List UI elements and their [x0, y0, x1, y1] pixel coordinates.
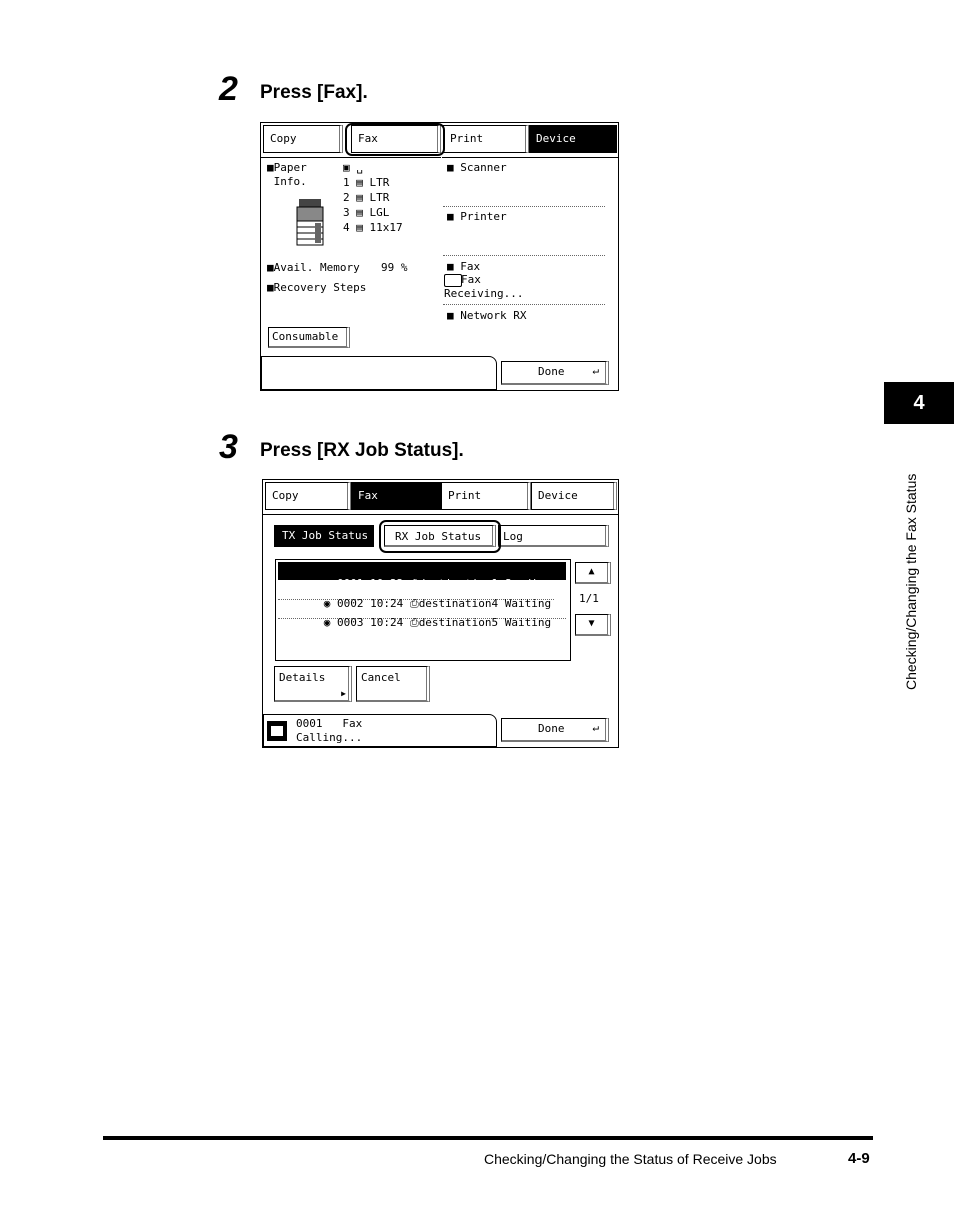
job-marker: ◉: [323, 616, 331, 629]
step-3-number: 3: [219, 428, 238, 466]
copier-icon: [295, 197, 325, 247]
job-destination: destination5: [418, 616, 499, 629]
status-message-area: [261, 356, 497, 390]
job-row[interactable]: ◉ 0003 10:24 ⎙destination5 Waiting: [278, 601, 566, 629]
consumable-button[interactable]: Consumable: [268, 327, 350, 348]
done-label: Done: [538, 722, 565, 735]
separator: [443, 255, 605, 256]
fax-status-icon: [444, 274, 462, 287]
fax-machine-icon: [267, 721, 287, 741]
chapter-tab: 4: [884, 382, 954, 424]
job-status: Waiting: [504, 616, 552, 629]
recovery-steps-label: ■Recovery Steps: [267, 281, 367, 294]
status-line1: 0001 Fax: [296, 717, 363, 730]
device-status-screen: Copy Fax Print Device ■Paper Info. ▣ ␣ 1…: [260, 122, 619, 391]
page-number: 4-9: [848, 1150, 870, 1167]
triangle-down-icon: ▼: [588, 618, 595, 629]
enter-icon: ↵: [592, 364, 599, 377]
separator: [443, 304, 605, 305]
done-label: Done: [538, 365, 565, 378]
paper-source-list: ▣ ␣ 1 ▤ LTR 2 ▤ LTR 3 ▤ LGL 4 ▤ 11x17: [343, 161, 435, 236]
scroll-up-button[interactable]: ▲: [575, 562, 611, 584]
scroll-down-button[interactable]: ▼: [575, 614, 611, 636]
cancel-button[interactable]: Cancel: [356, 666, 430, 702]
paper-info-label: ■Paper Info.: [267, 161, 307, 188]
details-label: Details: [279, 671, 326, 684]
tab-device[interactable]: Device: [531, 482, 617, 510]
step-2-number: 2: [219, 70, 238, 108]
device-divider: [441, 157, 442, 357]
enter-icon: ↵: [592, 721, 599, 734]
job-list: ▶ 0001 10:22 ⎙destination1 Sending... ◉ …: [275, 559, 571, 661]
consumable-label: Consumable: [272, 330, 339, 343]
footer-title: Checking/Changing the Status of Receive …: [484, 1151, 777, 1167]
job-row[interactable]: ◉ 0002 10:24 ⎙destination4 Waiting: [278, 582, 554, 610]
step-2-text: Press [Fax].: [260, 82, 368, 103]
tab-device[interactable]: Device: [529, 125, 617, 153]
job-time: 10:24: [370, 616, 404, 629]
triangle-up-icon: ▲: [588, 566, 595, 577]
paper-source-row: 4 ▤ 11x17: [343, 221, 403, 234]
tab-copy[interactable]: Copy: [265, 482, 351, 510]
done-button[interactable]: Done ↵: [501, 361, 609, 385]
details-button[interactable]: Details ▶: [274, 666, 352, 702]
submenu-arrow-icon: ▶: [341, 689, 346, 698]
fax-item: ■ Fax: [447, 260, 481, 273]
avail-memory-label: ■Avail. Memory: [267, 261, 360, 274]
status-message-area: 0001 Fax Calling...: [263, 714, 497, 747]
fax-status-line2: Receiving...: [444, 287, 524, 300]
fax-status-line1: Fax: [461, 273, 481, 286]
tx-job-status-tab[interactable]: TX Job Status: [274, 525, 374, 547]
job-row[interactable]: ▶ 0001 10:22 ⎙destination1 Sending...: [278, 562, 571, 590]
status-line2: Calling...: [296, 731, 363, 744]
chapter-title: Checking/Changing the Fax Status: [903, 473, 919, 690]
step-3-text: Press [RX Job Status].: [260, 440, 464, 461]
paper-source-row: 2 ▤ LTR: [343, 191, 390, 204]
tab-print[interactable]: Print: [443, 125, 529, 153]
separator: [443, 206, 605, 207]
footer-rule: [103, 1136, 873, 1140]
tab-fax[interactable]: Fax: [351, 482, 441, 510]
paper-source-row: 1 ▤ LTR: [343, 176, 390, 189]
log-label: Log: [503, 530, 523, 543]
fax-icon: ⎙: [409, 616, 419, 629]
cancel-label: Cancel: [361, 671, 401, 684]
log-tab[interactable]: Log: [498, 525, 609, 547]
tab-print[interactable]: Print: [441, 482, 531, 510]
tab-copy[interactable]: Copy: [263, 125, 343, 153]
done-button[interactable]: Done ↵: [501, 718, 609, 742]
page-indicator: 1/1: [579, 592, 599, 605]
network-rx-item: ■ Network RX: [447, 309, 527, 322]
job-id: 0003: [337, 616, 364, 629]
mode-tabs: Copy Fax Print Device: [263, 480, 618, 515]
avail-memory-value: 99 %: [381, 261, 408, 274]
rx-job-status-highlight: [379, 520, 501, 553]
paper-source-row: ▣ ␣: [343, 161, 363, 174]
printer-item: ■ Printer: [447, 210, 507, 223]
scanner-item: ■ Scanner: [447, 161, 507, 174]
paper-source-row: 3 ▤ LGL: [343, 206, 390, 219]
fax-job-status-screen: Copy Fax Print Device TX Job Status RX J…: [262, 479, 619, 748]
fax-tab-highlight: [345, 123, 445, 156]
